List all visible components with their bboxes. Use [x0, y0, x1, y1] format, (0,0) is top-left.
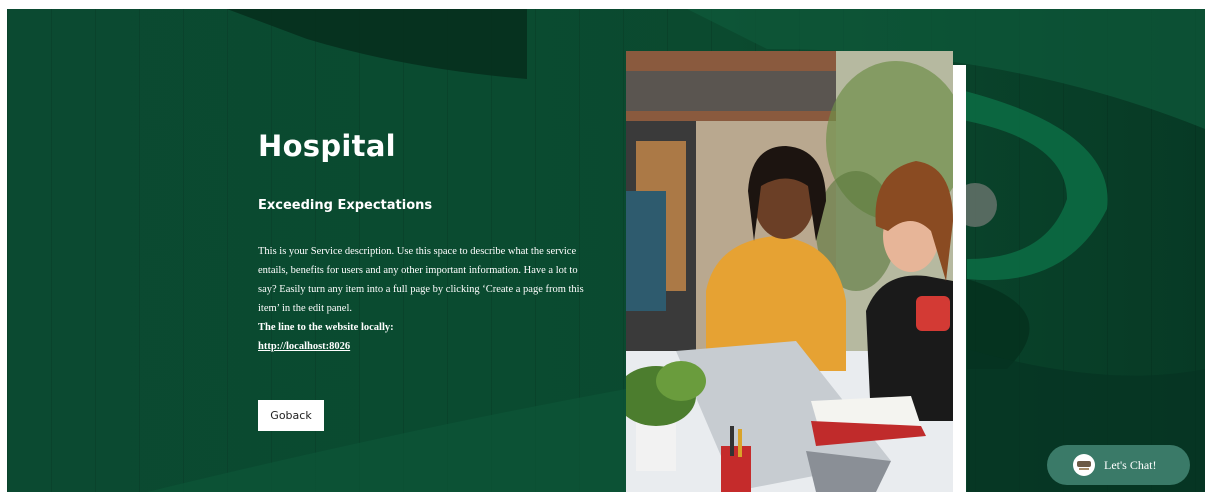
service-subtitle: Exceeding Expectations: [258, 198, 433, 213]
background-decoration: [147, 9, 1205, 492]
photo-illustration: [626, 51, 953, 492]
service-page: Hospital Exceeding Expectations This is …: [7, 9, 1205, 492]
service-image: [626, 51, 966, 492]
link-label: The line to the website locally:: [258, 322, 394, 333]
service-photo: [626, 51, 953, 492]
service-title: Hospital: [258, 129, 396, 163]
service-description: This is your Service description. Use th…: [258, 246, 584, 314]
chat-label: Let's Chat!: [1104, 457, 1157, 472]
lets-chat-button[interactable]: Let's Chat!: [1047, 445, 1190, 485]
local-website-link[interactable]: http://localhost:8026: [258, 341, 350, 352]
chat-logo-icon: [1073, 454, 1095, 476]
service-description-block: This is your Service description. Use th…: [258, 242, 593, 356]
chat-logo-svg: [1077, 461, 1091, 470]
goback-button[interactable]: Goback: [258, 400, 324, 431]
